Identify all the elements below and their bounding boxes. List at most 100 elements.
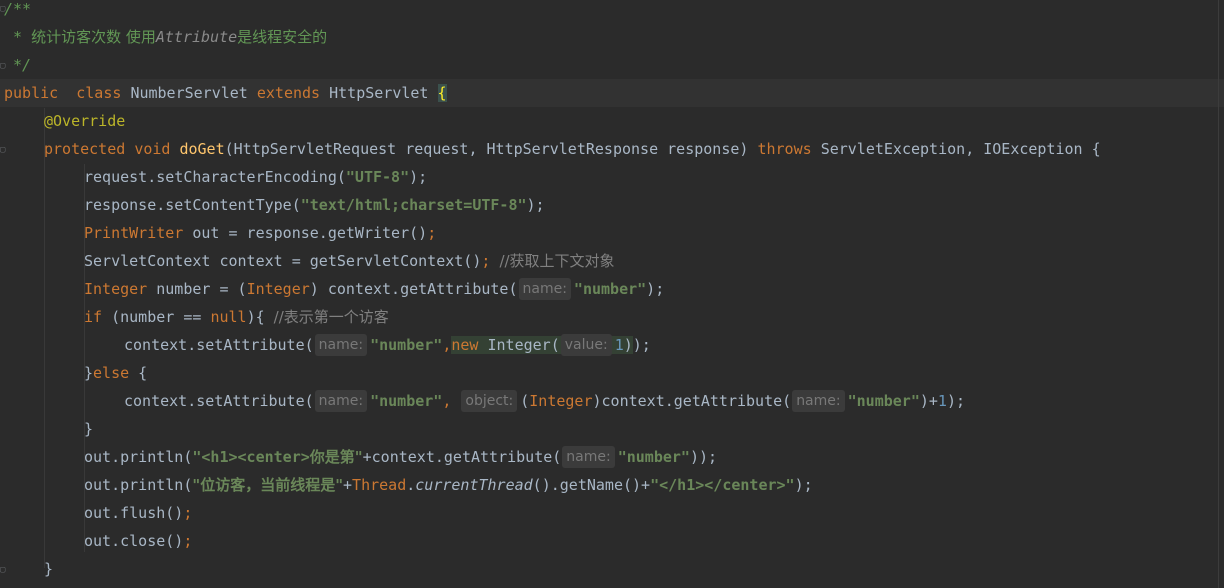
code-line-13[interactable]: context.setAttribute(name: "number",new I… [124, 331, 651, 359]
type-name: ServletContext [84, 252, 211, 270]
code-text: )+ [919, 392, 938, 410]
string-literal: "number" [573, 280, 647, 298]
matched-brace: { [437, 84, 447, 102]
parameter-hint: name: [792, 389, 845, 412]
code-text: ); [632, 336, 651, 354]
type-name: HttpServletResponse [486, 140, 659, 158]
right-margin-guide [1218, 0, 1219, 588]
parameter-hint: name: [314, 333, 368, 356]
keyword: if [84, 308, 103, 326]
string-literal: "位访客，当前线程是" [192, 476, 344, 494]
code-text: ().getName()+ [532, 476, 651, 494]
semicolon: ; [427, 224, 437, 242]
code-text: ); [409, 168, 428, 186]
doc-comment: * [4, 28, 32, 46]
type-name: Integer [84, 280, 148, 298]
code-line-12[interactable]: if (number == null){ //表示第一个访客 [84, 303, 389, 331]
code-text: ); [946, 392, 966, 410]
code-text: +context.getAttribute( [362, 448, 562, 466]
type-name: PrintWriter [84, 224, 184, 242]
code-text: request.setCharacterEncoding( [84, 168, 346, 186]
keyword: new [451, 336, 479, 354]
code-text: (number == [102, 308, 211, 326]
brace: } [84, 364, 94, 382]
code-line-15[interactable]: context.setAttribute(name: "number", obje… [124, 387, 965, 415]
keyword: protected [44, 140, 126, 158]
code-line-4[interactable]: public class NumberServlet extends HttpS… [4, 79, 447, 107]
type-name: HttpServletRequest [233, 140, 397, 158]
code-text: ); [794, 476, 813, 494]
code-line-10[interactable]: ServletContext context = getServletConte… [84, 247, 615, 275]
keyword: else [93, 364, 130, 382]
code-line-8[interactable]: response.setContentType("text/html;chars… [84, 191, 545, 219]
code-line-21[interactable]: } [44, 555, 53, 583]
class-name: Thread [352, 476, 407, 494]
parameter-hint: value: [560, 333, 612, 356]
parameter-hint: name: [314, 389, 368, 412]
code-text: out = response.getWriter() [183, 224, 428, 242]
code-text: ){ [246, 308, 274, 326]
string-literal: "number" [617, 448, 690, 466]
annotation: @Override [44, 112, 126, 130]
fold-marker-icon[interactable]: ▢ [0, 556, 6, 584]
code-line-11[interactable]: Integer number = (Integer) context.getAt… [84, 275, 664, 303]
code-text: . [406, 476, 416, 494]
type-name: Integer [529, 392, 593, 410]
doc-comment-code: Attribute [155, 28, 238, 46]
code-line-17[interactable]: out.println("<h1><center>你是第"+context.ge… [84, 443, 717, 471]
brace: { [1091, 140, 1101, 158]
code-text: ( [520, 392, 530, 410]
string-literal: "</h1></center>" [650, 476, 795, 494]
code-text: context.setAttribute( [124, 392, 314, 410]
code-text: number = ( [147, 280, 247, 298]
type-name: Integer [246, 280, 310, 298]
type-name: ServletException [820, 140, 966, 158]
code-text: response.setContentType( [84, 196, 301, 214]
code-text: out.println( [84, 448, 193, 466]
doc-comment: /** [4, 0, 32, 18]
static-method: currentThread [415, 476, 533, 494]
keyword: throws [757, 140, 812, 158]
doc-comment-text: 统计访客次数 使用 [31, 28, 156, 46]
code-text: Integer( [478, 336, 560, 354]
code-line-14[interactable]: }else { [84, 359, 147, 387]
code-line-9[interactable]: PrintWriter out = response.getWriter(); [84, 219, 436, 247]
line-comment: //表示第一个访客 [273, 308, 389, 326]
number-literal: 1 [614, 336, 624, 354]
string-literal: "text/html;charset=UTF-8" [300, 196, 527, 214]
code-text: out.flush() [84, 504, 184, 522]
indent-guide [44, 108, 45, 568]
code-line-7[interactable]: request.setCharacterEncoding("UTF-8"); [84, 163, 427, 191]
code-text: context.setAttribute( [124, 336, 314, 354]
code-line-5[interactable]: @Override [44, 107, 125, 135]
code-line-16[interactable]: } [84, 415, 93, 443]
number-literal: 1 [937, 392, 947, 410]
param-name: request [405, 140, 469, 158]
type-name: IOException [983, 140, 1083, 158]
code-line-20[interactable]: out.close(); [84, 527, 192, 555]
brace: } [84, 420, 94, 438]
string-literal: "number" [847, 392, 920, 410]
code-line-2[interactable]: * 统计访客次数 使用Attribute是线程安全的 [4, 23, 327, 51]
keyword: extends [256, 84, 321, 102]
code-text: out.close() [84, 532, 184, 550]
line-comment: //获取上下文对象 [499, 252, 615, 270]
string-literal: 你是第" [309, 448, 363, 466]
brace: { [129, 364, 148, 382]
code-line-3[interactable]: */ [4, 51, 31, 79]
fold-marker-icon[interactable]: ▢ [0, 136, 6, 164]
code-editor[interactable]: ▢ ▢ ▢ ▢ /** * 统计访客次数 使用Attribute是线程安全的 *… [0, 0, 1224, 588]
code-line-1[interactable]: /** [4, 0, 31, 23]
code-line-18[interactable]: out.println("位访客，当前线程是"+Thread.currentTh… [84, 471, 813, 499]
keyword: void [134, 140, 171, 158]
keyword: null [210, 308, 247, 326]
comma: , [442, 392, 452, 410]
code-line-19[interactable]: out.flush(); [84, 499, 192, 527]
code-text: + [343, 476, 353, 494]
method-name: doGet [179, 140, 225, 158]
doc-comment-text: 是线程安全的 [237, 28, 328, 46]
brace: } [44, 560, 54, 578]
string-literal: "number" [370, 392, 443, 410]
code-line-6[interactable]: protected void doGet(HttpServletRequest … [44, 135, 1101, 163]
comma: , [442, 336, 452, 354]
